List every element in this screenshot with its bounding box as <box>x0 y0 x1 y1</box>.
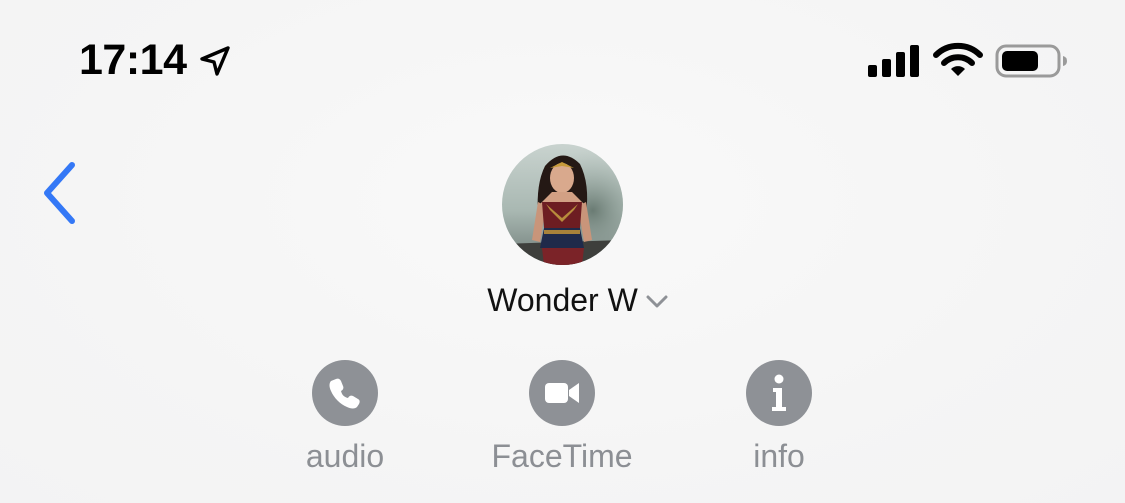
back-button[interactable] <box>30 155 88 231</box>
audio-label: audio <box>305 438 385 474</box>
contact-photo <box>502 144 623 265</box>
info-circle <box>746 360 812 426</box>
info-icon <box>772 374 786 411</box>
info-label: info <box>753 438 805 474</box>
audio-call-button[interactable]: audio <box>270 360 420 476</box>
phone-icon <box>329 378 360 409</box>
audio-circle <box>312 360 378 426</box>
facetime-button[interactable]: FaceTime <box>487 360 637 476</box>
chevron-down-icon <box>646 295 668 308</box>
location-arrow-icon <box>200 46 230 76</box>
chevron-left-icon <box>44 162 75 224</box>
facetime-label: FaceTime <box>491 438 633 474</box>
battery-icon <box>995 44 1067 78</box>
avatar[interactable] <box>502 144 623 265</box>
video-camera-icon <box>545 383 579 403</box>
contact-name: Wonder W <box>487 282 638 318</box>
contact-name-button[interactable]: Wonder W <box>0 278 1125 322</box>
status-time: 17:14 <box>79 36 187 84</box>
conversation-header-screen: 17:14 Wonder W audio FaceTime info <box>0 0 1125 503</box>
cellular-signal-icon <box>868 45 919 77</box>
wifi-icon <box>933 42 983 76</box>
facetime-circle <box>529 360 595 426</box>
info-button[interactable]: info <box>704 360 854 476</box>
